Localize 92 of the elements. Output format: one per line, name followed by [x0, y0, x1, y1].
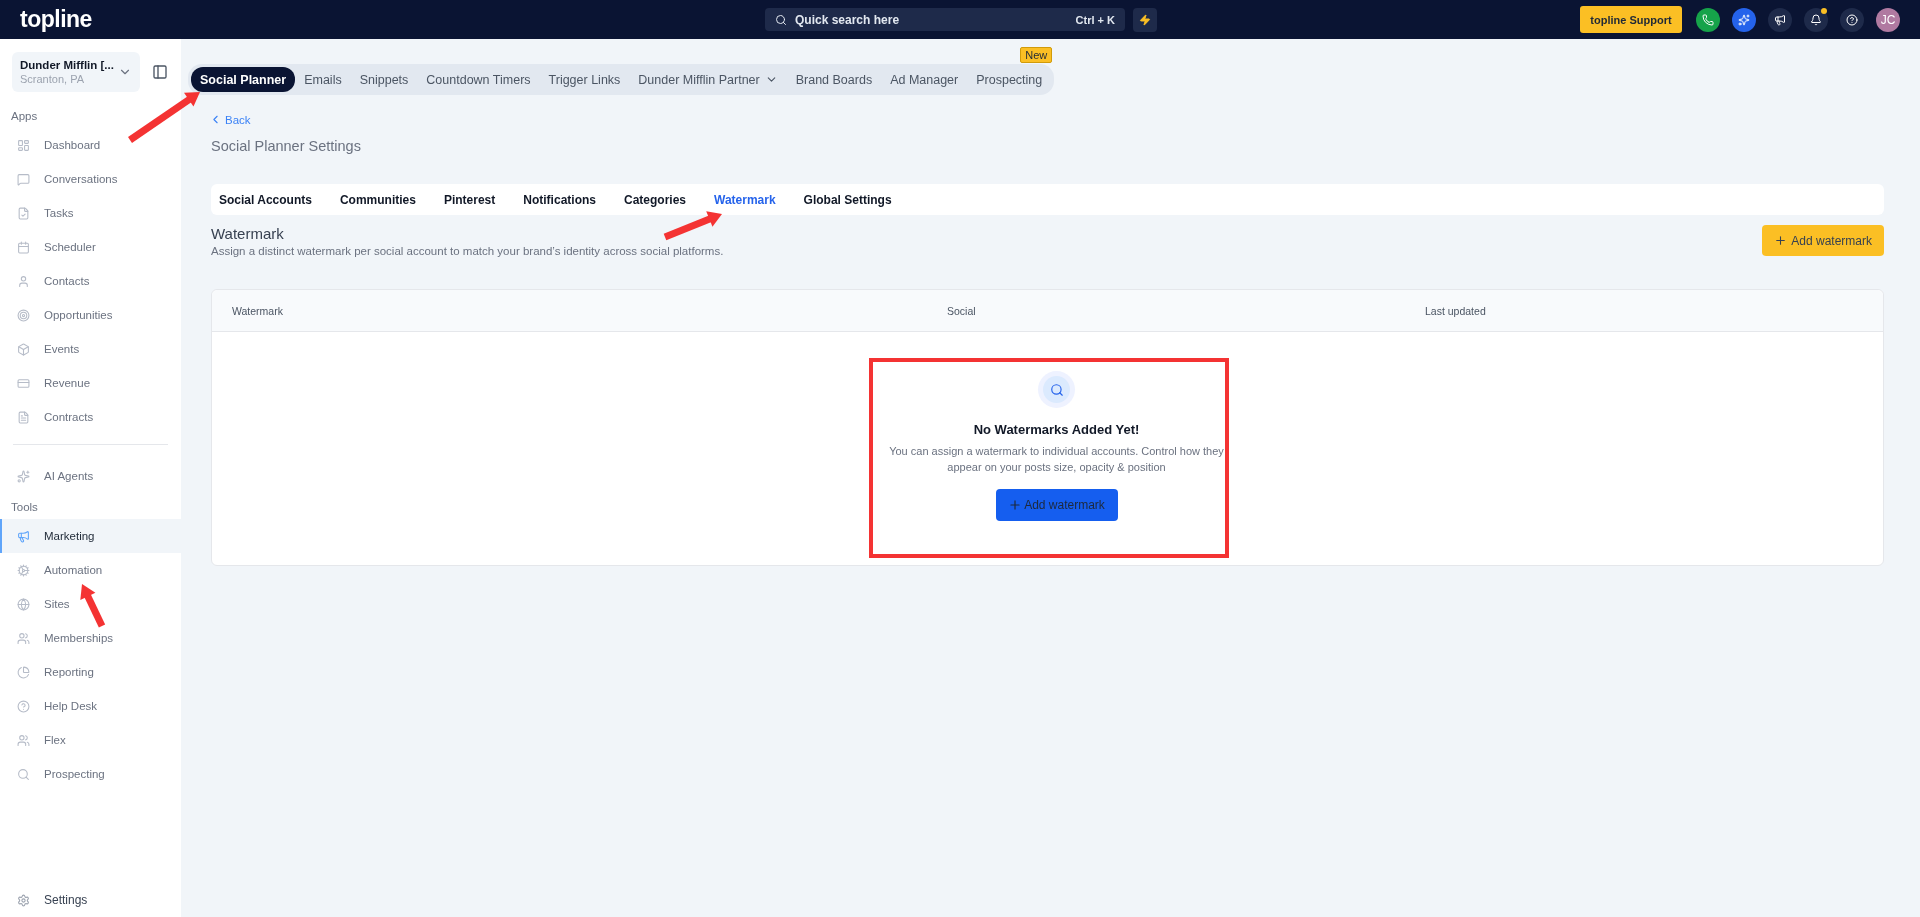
empty-state-text: You can assign a watermark to individual accounts. Control how they appear on your posts size, opacity & position [888, 444, 1225, 475]
sidebar-item[interactable]: Opportunities [0, 298, 181, 332]
annotation-arrow [128, 92, 200, 143]
user-avatar[interactable]: JC [1876, 7, 1900, 32]
sidebar-item[interactable]: AI Agents [0, 459, 181, 493]
sidebar-item[interactable]: Conversations [0, 162, 181, 196]
phone-button[interactable] [1696, 7, 1720, 32]
megaphone-button[interactable] [1768, 7, 1792, 32]
help-button[interactable] [1840, 7, 1864, 32]
card-icon [17, 376, 30, 390]
column-header: Last updated [1425, 304, 1487, 317]
section-label: Apps [10, 109, 39, 124]
sidebar-item[interactable]: Memberships [0, 621, 181, 655]
settings-tab[interactable]: Notifications [523, 192, 610, 207]
sidebar-item[interactable]: Reporting [0, 655, 181, 689]
plus-icon [1008, 498, 1023, 512]
lightning-button[interactable] [1133, 7, 1157, 32]
top-tab[interactable]: Brand Boards [786, 67, 882, 92]
person-icon [17, 274, 30, 288]
document-icon [17, 410, 30, 424]
settings-tab[interactable]: Global Settings [803, 192, 906, 207]
column-header: Social [947, 304, 977, 317]
settings-icon [17, 893, 30, 907]
top-tab[interactable]: Ad Manager [881, 67, 968, 92]
top-tab[interactable]: Dunder Mifflin Partner [629, 67, 787, 92]
sidebar-item[interactable]: Contacts [0, 264, 181, 298]
search-icon [1038, 371, 1075, 408]
phone-icon [1702, 13, 1714, 26]
help-icon [1846, 13, 1858, 26]
empty-state-title: No Watermarks Added Yet! [973, 422, 1140, 437]
sidebar-item[interactable]: Tasks [0, 196, 181, 230]
sparkle-icon [17, 469, 30, 483]
help-icon [17, 699, 30, 713]
top-tab[interactable]: Snippets [350, 67, 418, 92]
gear-icon [17, 563, 30, 577]
dashboard-icon [17, 138, 30, 152]
top-tab[interactable]: Social Planner [191, 67, 296, 92]
sparkle-button[interactable] [1732, 7, 1756, 32]
pie-chart-icon [17, 665, 30, 679]
page-title: Social Planner Settings [211, 138, 362, 154]
settings-tab[interactable]: Categories [623, 192, 700, 207]
sidebar-item[interactable]: Marketing [0, 519, 181, 553]
sidebar-item[interactable]: Prospecting [0, 757, 181, 791]
megaphone-icon [17, 529, 30, 543]
sidebar-item[interactable]: Dashboard [0, 128, 181, 162]
sidebar-item[interactable]: Flex [0, 723, 181, 757]
top-tab[interactable]: Prospecting [967, 67, 1052, 92]
logo[interactable]: topline [20, 6, 765, 33]
annotation-arrow [80, 584, 106, 628]
plus-icon [1774, 234, 1788, 247]
section-description: Assign a distinct watermark per social account to match your brand’s identity across social platforms. [211, 245, 724, 257]
sidebar-item[interactable]: Settings [0, 883, 181, 917]
back-link[interactable]: Back [209, 113, 251, 126]
top-tab[interactable]: Emails [295, 67, 351, 92]
add-watermark-button[interactable]: Add watermark [1762, 225, 1884, 256]
support-button[interactable]: topline Support [1580, 6, 1682, 33]
people-icon [17, 733, 30, 747]
sidebar-item[interactable]: Contracts [0, 400, 181, 434]
sidebar-item[interactable]: Automation [0, 553, 181, 587]
sidebar-item[interactable]: Sites [0, 587, 181, 621]
people-icon [17, 631, 30, 645]
section-label: Tools [10, 500, 39, 515]
calendar-icon [17, 240, 30, 254]
sidebar-item[interactable]: Events [0, 332, 181, 366]
settings-tab[interactable]: Pinterest [443, 192, 510, 207]
search-field[interactable]: Quick search here Ctrl + K [765, 8, 1125, 31]
sidebar-toggle-icon[interactable] [152, 64, 168, 80]
column-header: Watermark [232, 304, 284, 317]
lightning-icon [1139, 13, 1151, 26]
chat-icon [17, 172, 30, 186]
top-tab[interactable]: Countdown Timers [417, 67, 540, 92]
settings-tab[interactable]: Watermark [714, 192, 790, 207]
new-badge: New [1020, 47, 1053, 63]
document-icon [17, 206, 30, 220]
sidebar-item[interactable]: Revenue [0, 366, 181, 400]
settings-tab[interactable]: Social Accounts [219, 192, 326, 207]
box-icon [17, 342, 30, 356]
globe-icon [17, 597, 30, 611]
section-title: Watermark [211, 225, 284, 242]
settings-tab[interactable]: Communities [339, 192, 430, 207]
top-tab[interactable]: Trigger Links [539, 67, 630, 92]
search-icon [17, 767, 30, 781]
annotation-arrow [663, 211, 722, 241]
sidebar-item[interactable]: Scheduler [0, 230, 181, 264]
sidebar-item[interactable]: Help Desk [0, 689, 181, 723]
notifications-button[interactable] [1804, 7, 1828, 32]
megaphone-icon [1774, 13, 1786, 26]
target-icon [17, 308, 30, 322]
bell-icon [1810, 13, 1822, 26]
sparkle-icon [1738, 13, 1750, 26]
account-selector[interactable]: Dunder Mifflin [... Scranton, PA [12, 52, 140, 92]
search-icon [775, 13, 787, 26]
